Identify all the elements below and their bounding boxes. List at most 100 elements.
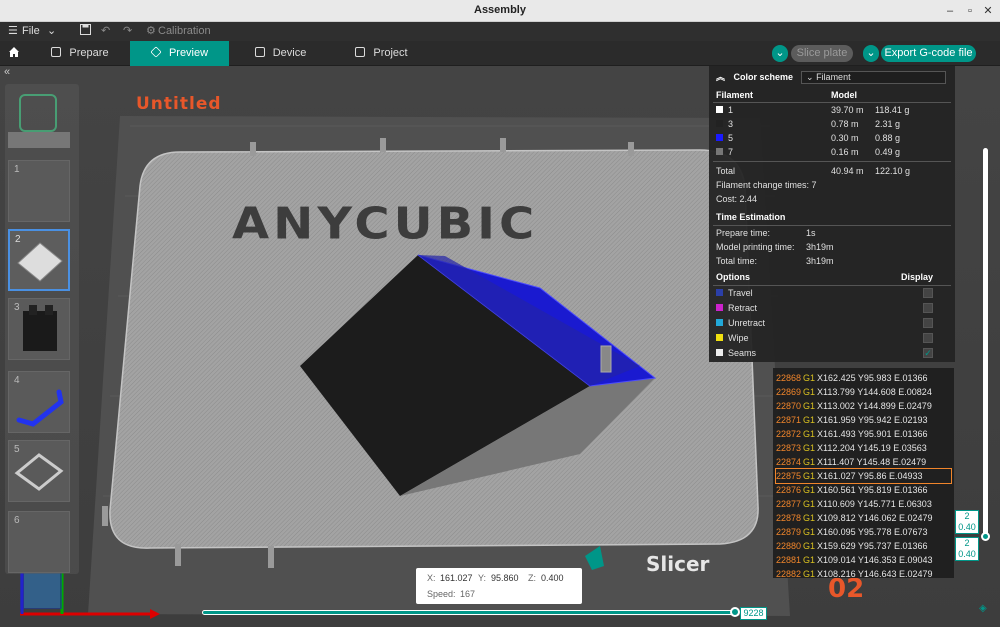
gcode-line-current: 22875 G1 X161.027 Y95.86 E.04933: [775, 468, 952, 484]
window-title: Assembly: [474, 4, 526, 16]
layers-icon[interactable]: ◈: [979, 603, 987, 614]
layer-slider[interactable]: [983, 148, 988, 536]
color-swatch: [716, 319, 723, 326]
plate-preview-image: [23, 305, 57, 351]
gcode-line: 22873 G1 X112.204 Y145.19 E.03563: [776, 443, 927, 453]
plate-preview-image: [16, 389, 64, 427]
collapse-panel-icon[interactable]: ︽: [716, 72, 725, 82]
plate-thumbnail[interactable]: 3: [8, 298, 70, 360]
total-row: Total 40.94 m 122.10 g: [716, 166, 911, 176]
position-info-box: X: 161.027 Y: 95.860 Z: 0.400 Speed: 167: [416, 568, 582, 604]
minimize-icon[interactable]: –: [942, 3, 958, 19]
plate-thumbnail-list: 1 2 3 4 5 6: [5, 84, 79, 574]
display-checkbox[interactable]: [923, 303, 933, 313]
display-checkbox[interactable]: [923, 288, 933, 298]
3d-preview-viewport[interactable]: Untitled ANYCUBIC Slicer 02 « 1 2 3 4 5: [0, 66, 1000, 627]
option-retract: Retract: [716, 301, 949, 315]
project-name-label: Untitled: [136, 94, 222, 114]
window-title-bar: Assembly – ▫ ✕: [0, 0, 1000, 22]
prepare-time-row: Prepare time: 1s: [716, 228, 816, 238]
plate-thumbnail[interactable]: 5: [8, 440, 70, 502]
color-scheme-select[interactable]: ⌄ Filament: [801, 71, 946, 84]
tab-preview[interactable]: Preview: [130, 41, 229, 66]
anycubic-logo-text: ANYCUBIC: [232, 198, 539, 250]
slice-options-chevron-icon[interactable]: ⌄: [772, 45, 788, 62]
plate-preview-image: [14, 453, 64, 491]
project-icon: [355, 47, 366, 57]
filament-row: 5 0.30 m 0.88 g: [716, 131, 949, 145]
menu-bar: ☰ File ⌄ ↶ ↷ ⚙ Calibration: [0, 22, 1000, 41]
redo-icon[interactable]: ↷: [123, 24, 132, 39]
time-estimation-title: Time Estimation: [716, 212, 786, 222]
color-scheme-label: Color scheme: [733, 72, 794, 82]
collapse-sidebar-icon[interactable]: «: [4, 66, 10, 78]
option-unretract: Unretract: [716, 316, 949, 330]
option-wipe: Wipe: [716, 331, 949, 345]
plate-thumbnail[interactable]: 4: [8, 371, 70, 433]
plate-preview-image: [17, 242, 63, 282]
file-menu[interactable]: File: [22, 24, 40, 39]
color-swatch: [716, 106, 723, 113]
chevron-down-icon: ⌄: [806, 72, 814, 82]
save-icon[interactable]: [80, 24, 91, 39]
home-icon[interactable]: [0, 41, 28, 66]
y-value: 95.860: [491, 573, 519, 583]
model-time-row: Model printing time: 3h19m: [716, 242, 834, 252]
gcode-line: 22878 G1 X109.812 Y146.062 E.02479: [776, 513, 933, 523]
gcode-line: 22874 G1 X111.407 Y145.48 E.02479: [776, 457, 927, 467]
filament-row: 3 0.78 m 2.31 g: [716, 117, 949, 131]
layers-icon: [150, 46, 162, 58]
moves-slider[interactable]: [202, 610, 738, 615]
gcode-line: 22870 G1 X113.002 Y144.899 E.02479: [776, 401, 932, 411]
chevron-down-icon[interactable]: ⌄: [47, 24, 56, 39]
gcode-line: 22881 G1 X109.014 Y146.353 E.09043: [776, 555, 933, 565]
gcode-line: 22871 G1 X161.959 Y95.942 E.02193: [776, 415, 928, 425]
gcode-line: 22868 G1 X162.425 Y95.983 E.01366: [776, 373, 928, 383]
filament-row: 1 39.70 m 118.41 g: [716, 103, 949, 117]
gcode-line: 22876 G1 X160.561 Y95.819 E.01366: [776, 485, 928, 495]
export-gcode-button[interactable]: Export G-code file: [881, 45, 976, 62]
filament-table-header: Filament Model: [716, 90, 857, 100]
gcode-line: 22872 G1 X161.493 Y95.901 E.01366: [776, 429, 928, 439]
moves-value: 9228: [740, 607, 767, 620]
close-icon[interactable]: ✕: [980, 3, 996, 19]
tab-project[interactable]: Project: [332, 41, 431, 66]
x-value: 161.027: [440, 573, 473, 583]
main-tab-bar: Prepare Preview Device Project ⌄ Slice p…: [0, 41, 1000, 66]
display-checkbox[interactable]: [923, 333, 933, 343]
maximize-icon[interactable]: ▫: [962, 3, 978, 19]
display-checkbox-checked[interactable]: ✓: [923, 348, 933, 358]
gcode-line: 22879 G1 X160.095 Y95.778 E.07673: [776, 527, 928, 537]
options-header: Options Display: [716, 272, 934, 282]
layer-slider-top-handle[interactable]: [981, 532, 990, 541]
layer-bottom-label: 2 0.40: [955, 537, 979, 561]
color-swatch: [716, 349, 723, 356]
speed-value: 167: [460, 589, 476, 599]
z-value: 0.400: [541, 573, 564, 583]
gcode-list[interactable]: 22868 G1 X162.425 Y95.983 E.01366 22869 G1 X…: [773, 368, 954, 579]
display-checkbox[interactable]: [923, 318, 933, 328]
cube-icon: [51, 47, 62, 57]
tab-prepare[interactable]: Prepare: [30, 41, 130, 66]
toolbar-icon[interactable]: [19, 94, 57, 132]
hamburger-icon[interactable]: ☰: [8, 24, 18, 39]
device-icon: [254, 47, 265, 57]
undo-icon[interactable]: ↶: [101, 24, 110, 39]
calibration-menu[interactable]: Calibration: [158, 24, 211, 39]
plate-thumbnail-selected[interactable]: 2: [8, 229, 70, 291]
color-swatch: [716, 334, 723, 341]
slicer-logo-text: Slicer: [646, 552, 710, 576]
color-swatch: [716, 304, 723, 311]
export-options-chevron-icon[interactable]: ⌄: [863, 45, 879, 62]
option-seams: Seams ✓: [716, 346, 949, 360]
filament-change-times: Filament change times: 7: [716, 180, 817, 190]
color-swatch: [716, 120, 723, 127]
color-swatch: [716, 289, 723, 296]
tab-device[interactable]: Device: [231, 41, 330, 66]
plate-thumbnail[interactable]: 6: [8, 511, 70, 573]
plate-thumbnail[interactable]: 1: [8, 160, 70, 222]
moves-slider-handle[interactable]: [730, 607, 740, 617]
slice-plate-button[interactable]: Slice plate: [791, 45, 853, 62]
gcode-line: 22877 G1 X110.609 Y145.771 E.06303: [776, 499, 932, 509]
gcode-line: 22869 G1 X113.799 Y144.608 E.00824: [776, 387, 932, 397]
